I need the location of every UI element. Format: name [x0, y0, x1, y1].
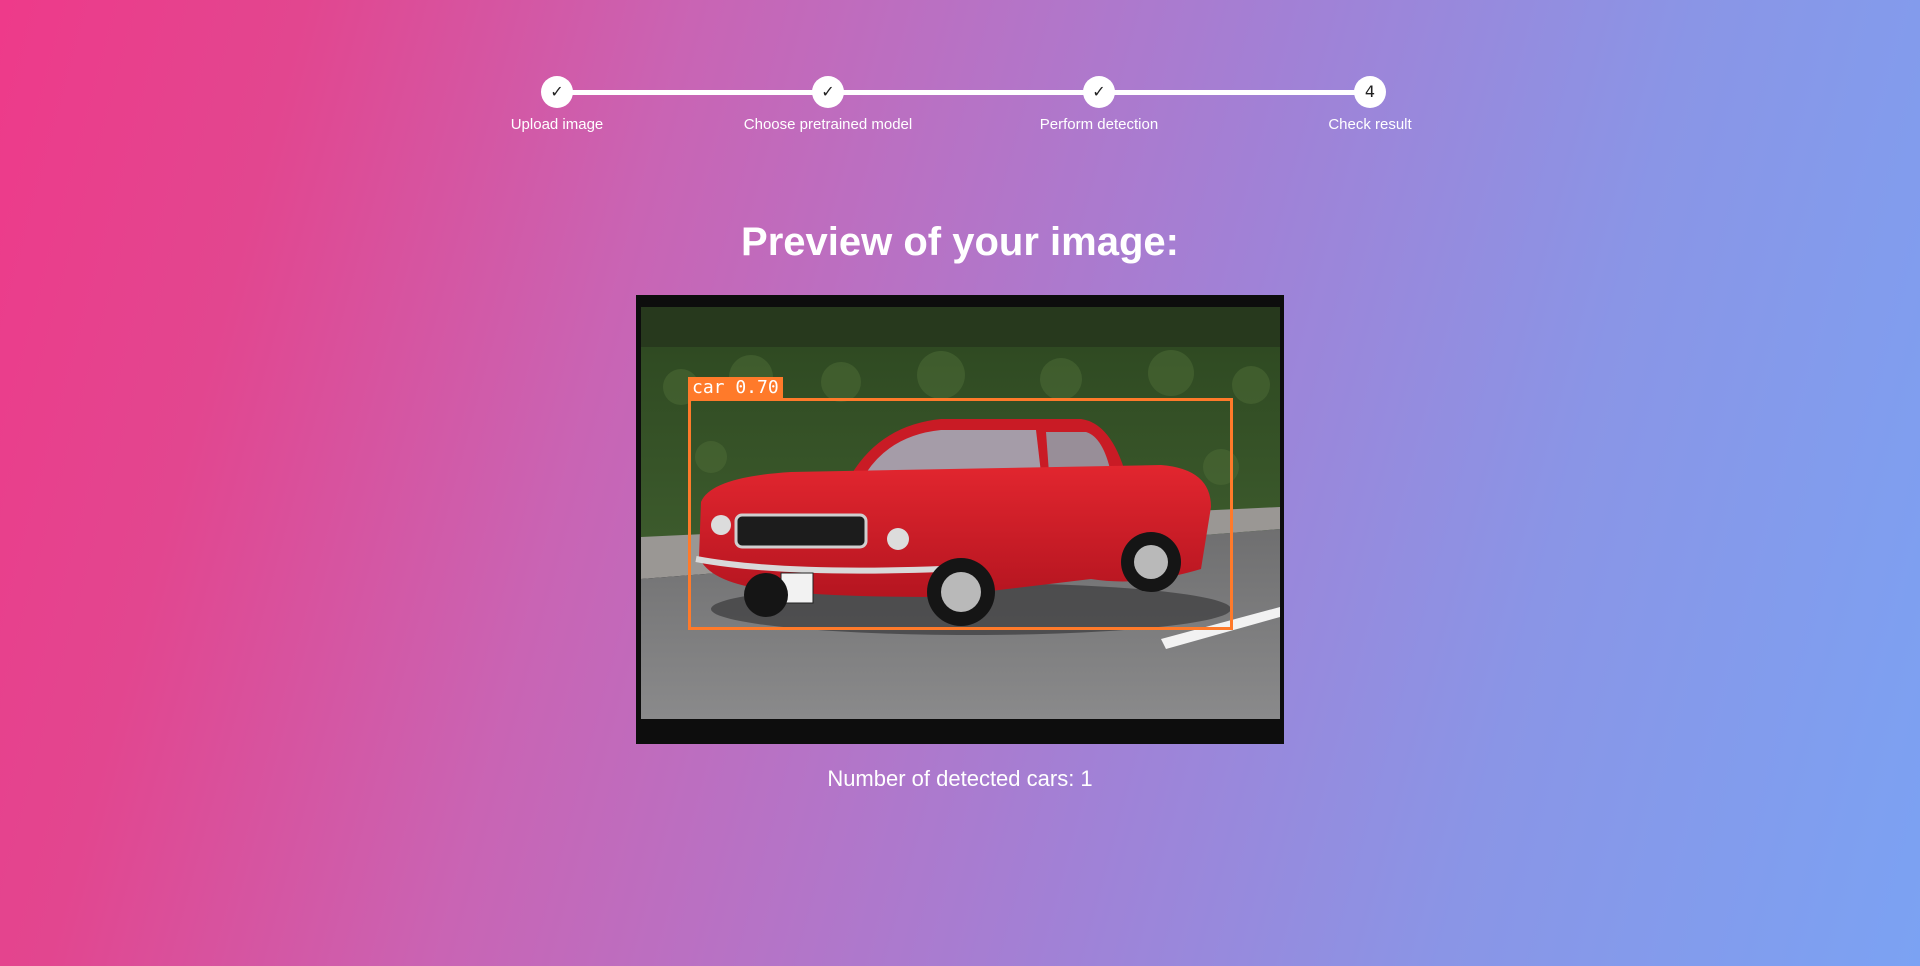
step-label: Check result: [1328, 116, 1412, 133]
step-label: Perform detection: [1039, 116, 1159, 133]
step-label: Upload image: [510, 116, 604, 133]
step-perform-detection[interactable]: ✓ Perform detection: [979, 76, 1219, 133]
step-choose-model[interactable]: ✓ Choose pretrained model: [708, 76, 948, 133]
detection-bounding-box: [688, 398, 1233, 630]
page-title: Preview of your image:: [741, 220, 1179, 264]
step-label: Choose pretrained model: [743, 116, 913, 133]
check-icon: ✓: [812, 76, 844, 108]
check-icon: ✓: [541, 76, 573, 108]
step-number: 4: [1354, 76, 1386, 108]
detection-label: car 0.70: [688, 377, 783, 399]
check-icon: ✓: [1083, 76, 1115, 108]
step-upload-image[interactable]: ✓ Upload image: [437, 76, 677, 133]
step-check-result[interactable]: 4 Check result: [1250, 76, 1490, 133]
progress-stepper: ✓ Upload image ✓ Choose pretrained model…: [0, 76, 1920, 146]
detected-cars-count: Number of detected cars: 1: [827, 766, 1093, 791]
image-preview: car 0.70: [636, 295, 1284, 744]
